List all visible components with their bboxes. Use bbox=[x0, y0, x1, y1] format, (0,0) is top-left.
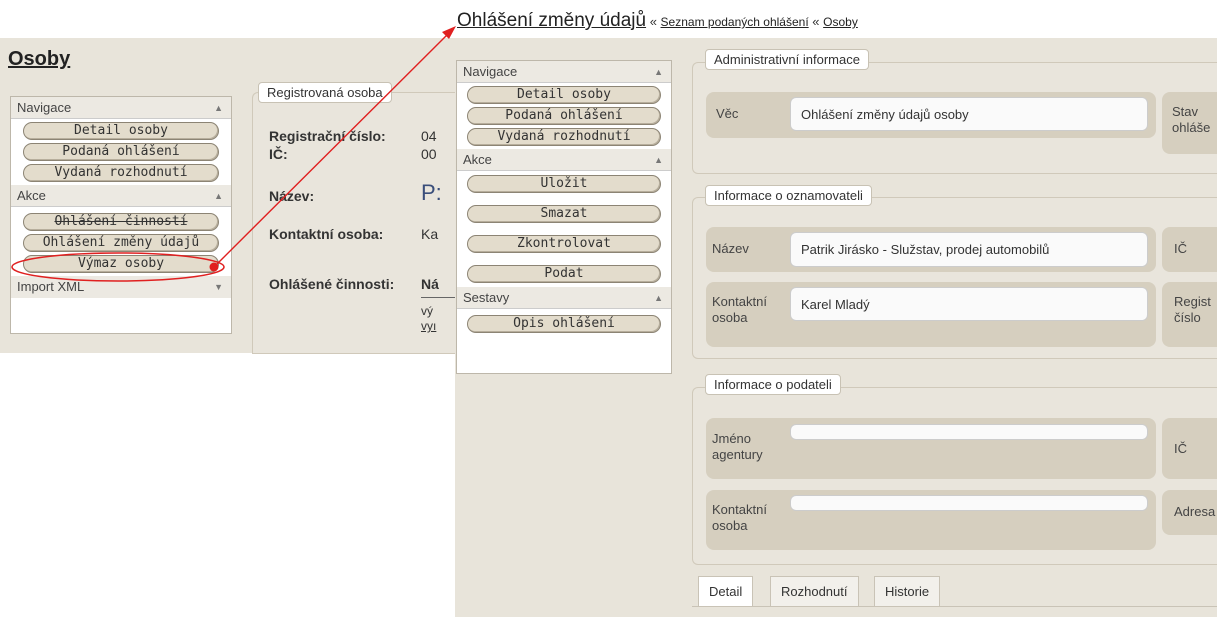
highlight-ellipse bbox=[11, 252, 225, 282]
annotation-overlay bbox=[11, 26, 456, 282]
annotation-arrow-line bbox=[213, 29, 453, 268]
